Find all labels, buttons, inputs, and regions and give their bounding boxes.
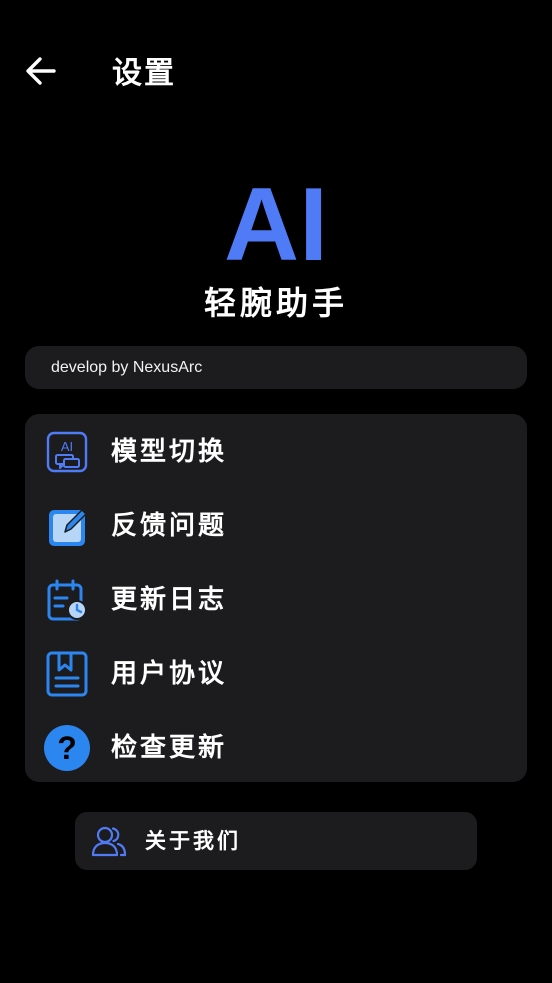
calendar-clock-icon xyxy=(43,576,91,624)
users-icon xyxy=(91,824,127,858)
back-button[interactable] xyxy=(20,52,62,94)
settings-menu: AI 模型切换 反馈问题 更新日志 用户协议 ? 检查更新 xyxy=(25,414,527,782)
developer-card: develop by NexusArc xyxy=(25,346,527,389)
menu-item-label: 反馈问题 xyxy=(111,511,228,541)
app-logo: AI xyxy=(0,172,552,268)
about-us-button[interactable]: 关于我们 xyxy=(75,812,477,870)
menu-item-label: 模型切换 xyxy=(111,437,228,467)
bookmark-document-icon xyxy=(43,650,91,698)
menu-item-label: 更新日志 xyxy=(111,585,228,615)
about-us-label: 关于我们 xyxy=(145,829,241,853)
ai-logo-icon: AI xyxy=(224,172,328,268)
menu-item-check-update[interactable]: ? 检查更新 xyxy=(25,712,527,782)
svg-text:AI: AI xyxy=(61,439,73,454)
svg-text:?: ? xyxy=(57,730,77,766)
edit-icon xyxy=(43,502,91,550)
menu-item-label: 用户协议 xyxy=(111,659,228,689)
arrow-left-icon xyxy=(24,54,58,92)
app-name: 轻腕助手 xyxy=(203,284,348,322)
menu-item-user-agreement[interactable]: 用户协议 xyxy=(25,638,527,708)
developer-note: develop by NexusArc xyxy=(51,358,203,376)
menu-item-label: 检查更新 xyxy=(111,733,228,763)
page-title: 设置 xyxy=(112,56,176,91)
ai-chat-icon: AI xyxy=(43,428,91,476)
header: 设置 xyxy=(0,0,552,148)
menu-item-changelog[interactable]: 更新日志 xyxy=(25,564,527,634)
question-circle-icon: ? xyxy=(43,724,91,772)
menu-item-model-switch[interactable]: AI 模型切换 xyxy=(25,416,527,486)
logo-text: AI xyxy=(224,172,328,268)
menu-item-feedback[interactable]: 反馈问题 xyxy=(25,490,527,560)
